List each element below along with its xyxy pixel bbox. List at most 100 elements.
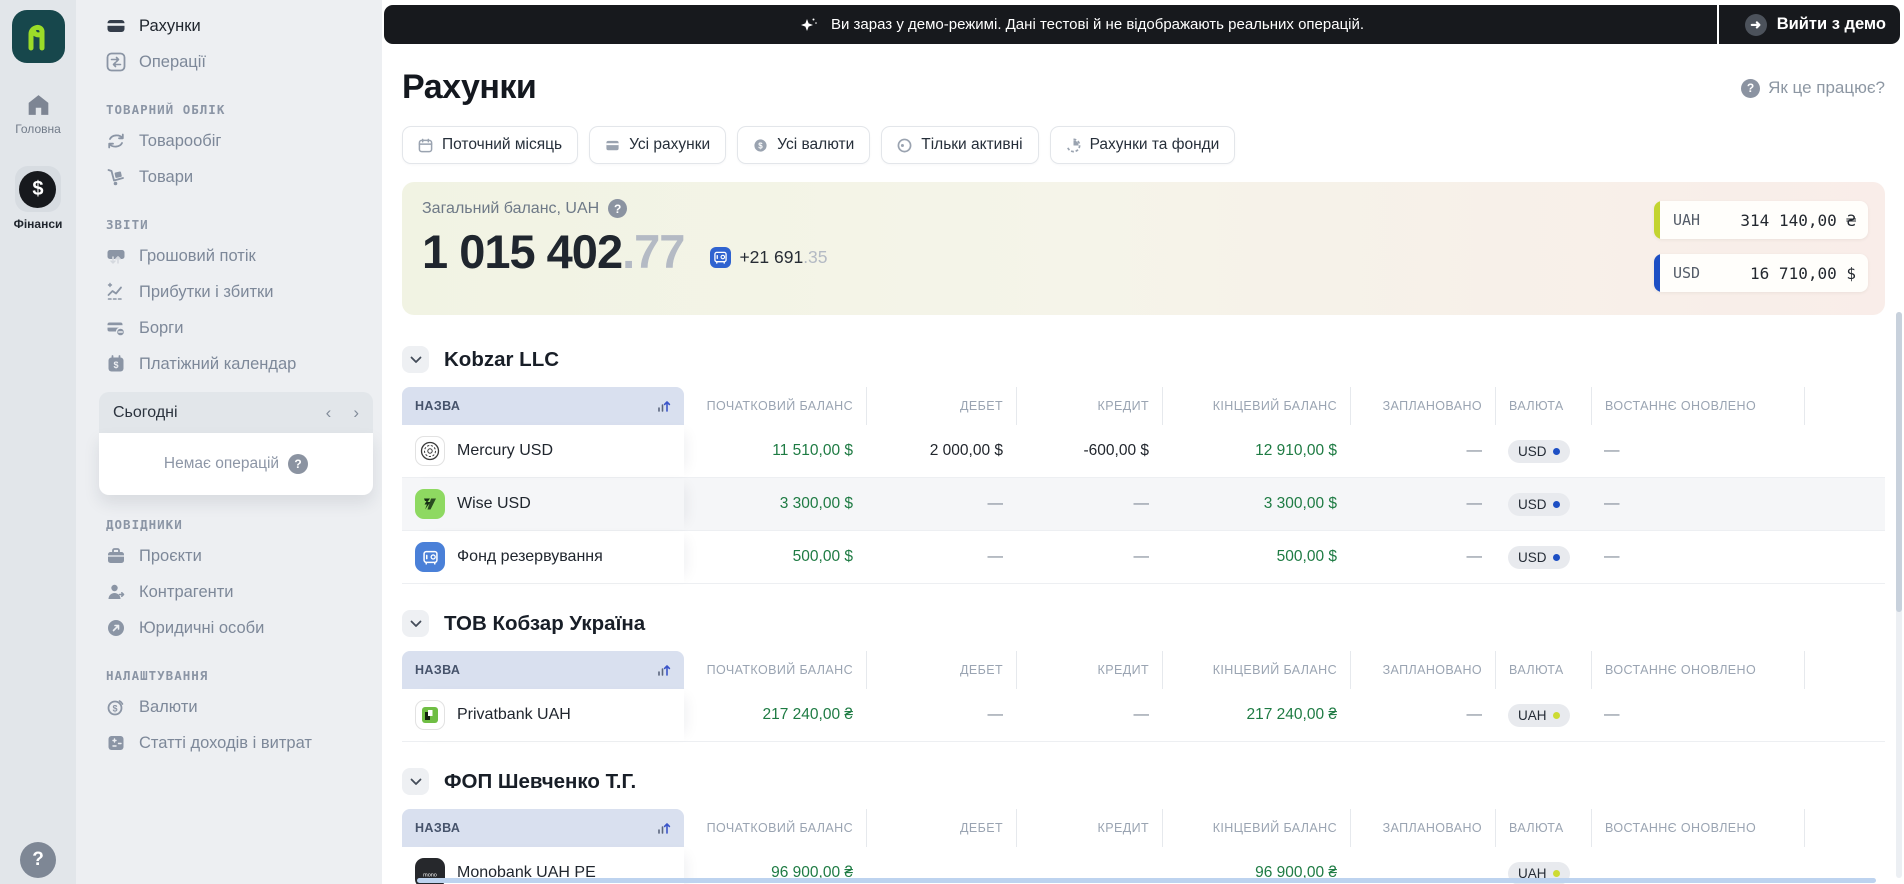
arrow-right-circle-icon: ➜ [1744,13,1767,36]
rail-home-label: Головна [15,122,61,136]
card-icon [107,20,125,32]
home-icon [28,95,48,115]
filter-period[interactable]: Поточний місяць [402,126,579,164]
currency-code: USD [1673,264,1701,282]
section-title: Kobzar LLC [444,347,560,371]
balance-int: 1 015 402 [422,225,623,278]
sidebar-item-label: Контрагенти [139,582,234,601]
sidebar-item-projects[interactable]: Проєкти [106,538,382,574]
cycle-icon [108,133,124,149]
sidebar-item-label: Прибутки і збитки [139,282,274,301]
sidebar-item-pnl[interactable]: Прибутки і збитки [106,274,382,310]
currency-code: UAH [1518,707,1547,723]
horizontal-scrollbar[interactable] [417,878,1876,883]
cell-credit: -600,00 $ [1083,442,1150,459]
cell-debit: — [987,548,1004,565]
sidebar-item-label: Борги [139,318,184,337]
column-header-credit: КРЕДИТ [1016,651,1162,689]
today-prev-button[interactable]: ‹ [326,403,332,423]
balance-label: Загальний баланс, UAH [422,199,600,217]
currency-amount: 16 710,00 $ [1750,263,1856,283]
filter-currencies[interactable]: $ Усі валюти [737,126,871,164]
column-header-currency: ВАЛЮТА [1495,387,1591,425]
help-icon: ? [20,842,56,878]
cell-final: 217 240,00 ₴ [1246,706,1337,723]
account-name: Wise USD [457,495,531,512]
currency-amount: 314 140,00 ₴ [1740,210,1856,230]
sidebar-item-operations[interactable]: Операції [106,44,382,80]
sort-icon[interactable] [657,663,671,677]
column-header-final: КІНЦЕВИЙ БАЛАНС [1162,651,1350,689]
sidebar-item-payment-calendar[interactable]: $ Платіжний календар [106,346,382,382]
table-row-privatbank-uah[interactable]: Privatbank UAH 217 240,00 ₴ — — 217 240,… [402,689,1885,742]
sidebar-item-goods[interactable]: Товари [106,159,382,195]
rail-item-home[interactable]: Головна [15,93,61,136]
rail-item-finance[interactable]: $ Фінанси [14,166,62,231]
sidebar-item-accounts[interactable]: Рахунки [106,8,382,44]
currency-total-usd[interactable]: USD 16 710,00 $ [1654,254,1868,292]
collapse-section-button[interactable] [402,768,429,795]
cell-final: 3 300,00 $ [1263,495,1337,512]
filter-accounts-and-funds[interactable]: Рахунки та фонди [1049,126,1236,164]
app-logo-icon[interactable] [11,10,65,63]
balance-help-icon[interactable]: ? [608,199,628,218]
filter-accounts[interactable]: Усі рахунки [589,126,727,164]
column-header-debit: ДЕБЕТ [866,387,1016,425]
sidebar-item-label: Статті доходів і витрат [139,733,312,752]
sort-icon[interactable] [657,821,671,835]
privatbank-logo-icon [415,700,445,730]
accounts-icon [606,140,619,150]
currency-code: USD [1518,496,1547,512]
sidebar-item-label: Валюти [139,697,198,716]
currency-code: USD [1518,443,1547,459]
sidebar-section-title: ЗВІТИ [106,217,149,232]
today-widget: Сьогодні ‹ › Немає операцій ? [99,392,373,495]
filter-label: Усі валюти [777,136,855,153]
cashflow-icon [107,250,125,264]
cell-debit: — [987,495,1004,512]
sidebar-item-income-expense-articles[interactable]: Статті доходів і витрат [106,725,382,761]
collapse-section-button[interactable] [402,346,429,373]
usd-dot-icon [1552,447,1560,455]
sidebar-item-debts[interactable]: Борги [106,310,382,346]
uah-color-bar [1654,201,1660,239]
dolly-icon [107,169,124,186]
calendar-money-icon: $ [108,355,124,372]
table-header: НАЗВА ПОЧАТКОВИЙ БАЛАНС ДЕБЕТ КРЕДИТ КІН… [402,809,1885,847]
sidebar-item-cashflow[interactable]: Грошовий потік [106,238,382,274]
usd-dot-icon [1552,553,1560,561]
table-row-reserve-fund[interactable]: Фонд резервування 500,00 $ — — 500,00 $ … [402,531,1885,584]
currency-total-uah[interactable]: UAH 314 140,00 ₴ [1654,201,1868,239]
reserve-fund-icon [415,542,445,572]
person-icon [108,584,125,599]
sidebar-item-contractors[interactable]: Контрагенти [106,574,382,610]
uah-dot-icon [1552,711,1560,719]
sidebar-item-legal-entities[interactable]: Юридичні особи [106,610,382,646]
cell-debit: 2 000,00 $ [929,442,1003,459]
question-icon: ? [1741,78,1761,98]
sort-icon[interactable] [657,399,671,413]
sidebar-item-turnover[interactable]: Товарообіг [106,123,382,159]
today-empty-text: Немає операцій [163,455,280,472]
table-row-wise-usd[interactable]: Wise USD 3 300,00 $ — — 3 300,00 $ — USD… [402,478,1885,531]
filter-active-only[interactable]: Тільки активні [881,126,1039,164]
cell-updated: — [1604,442,1620,459]
table-row-mercury-usd[interactable]: Mercury USD 11 510,00 $ 2 000,00 $ -600,… [402,425,1885,478]
column-header-name: НАЗВА [402,651,684,689]
today-next-button[interactable]: › [353,403,359,423]
collapse-section-button[interactable] [402,610,429,637]
wise-logo-icon [415,489,445,519]
balance-dec: .77 [622,225,685,278]
today-help-icon[interactable]: ? [288,454,309,474]
svg-text:$: $ [758,141,763,150]
account-group-tov-kobzar: ТОВ Кобзар Україна НАЗВА ПОЧАТКОВИЙ БАЛА… [402,610,1885,742]
exit-demo-button[interactable]: ➜ Вийти з демо [1731,13,1900,36]
sidebar-item-label: Операції [139,52,206,71]
rail-item-help[interactable]: ? Допомога [0,842,76,884]
vertical-scrollbar[interactable] [1896,312,1902,878]
uah-dot-icon [1552,869,1560,877]
account-name: Privatbank UAH [457,706,571,723]
sidebar-item-currencies[interactable]: $ Валюти [106,689,382,725]
today-title: Сьогодні [113,403,178,421]
how-it-works-link[interactable]: ? Як це працює? [1741,78,1885,98]
